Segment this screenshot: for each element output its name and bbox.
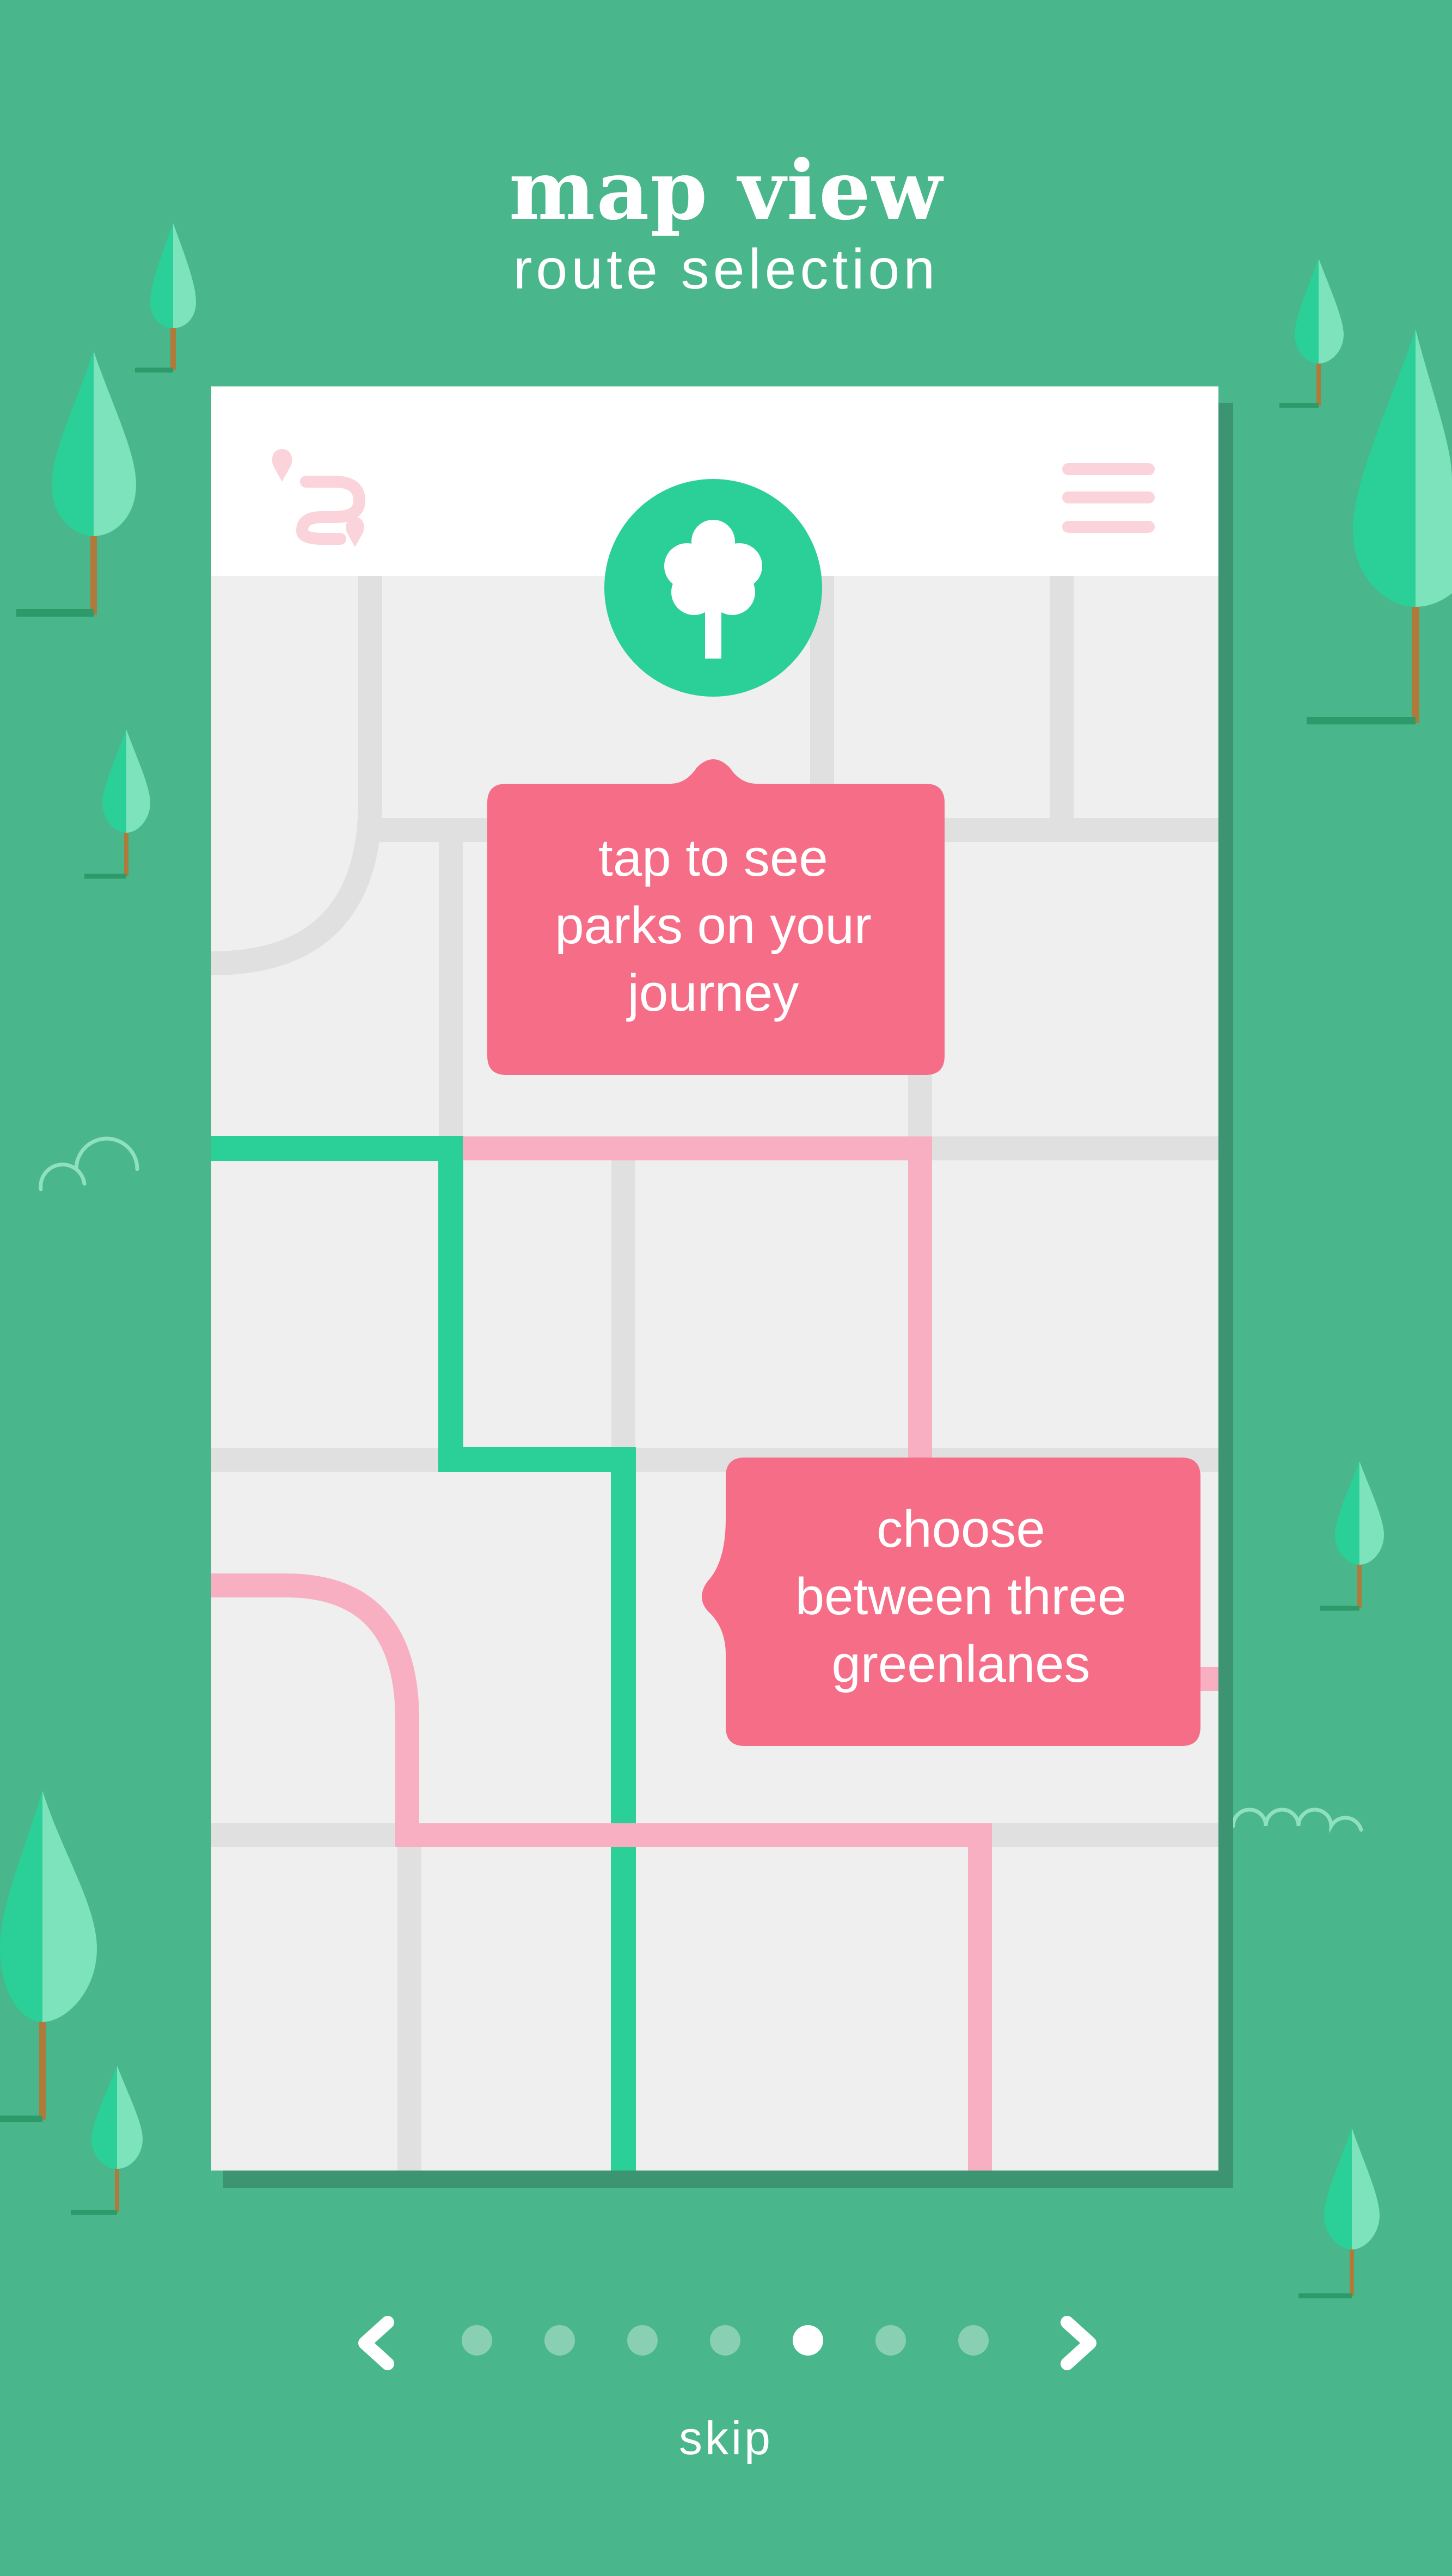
app-logo-button[interactable]: [267, 444, 376, 552]
page-title: map view: [508, 143, 944, 238]
tree-decoration-3: [84, 729, 150, 879]
page-dot[interactable]: [462, 2325, 492, 2356]
parks-tooltip-text: tap to see parks on your journey: [555, 829, 872, 1022]
tree-decoration-8: [1320, 1461, 1384, 1611]
tree-decoration-7: [1307, 329, 1452, 724]
grass-decoration-1: [39, 1136, 139, 1191]
tree-decoration-4: [0, 1791, 97, 2122]
routes-tooltip-text: choose between three greenlanes: [795, 1500, 1127, 1693]
page-dot[interactable]: [875, 2325, 906, 2356]
page-dot[interactable]: [710, 2325, 740, 2356]
skip-button[interactable]: skip: [0, 2408, 1452, 2468]
tree-decoration-9: [1298, 2128, 1380, 2298]
show-parks-button[interactable]: [604, 479, 822, 697]
page-dot[interactable]: [958, 2325, 989, 2356]
page-subtitle: route selection: [513, 238, 939, 301]
page-dot-active[interactable]: [793, 2325, 823, 2356]
tree-decoration-2: [16, 351, 136, 617]
tree-decoration-5: [71, 2065, 143, 2215]
page-dot[interactable]: [544, 2325, 575, 2356]
menu-button[interactable]: [1059, 454, 1160, 542]
next-page-button[interactable]: [1037, 2302, 1119, 2384]
previous-page-button[interactable]: [335, 2302, 416, 2384]
grass-decoration-2: [1231, 1807, 1363, 1834]
onboarding-illustration: [0, 223, 1452, 2370]
page-dot[interactable]: [627, 2325, 658, 2356]
